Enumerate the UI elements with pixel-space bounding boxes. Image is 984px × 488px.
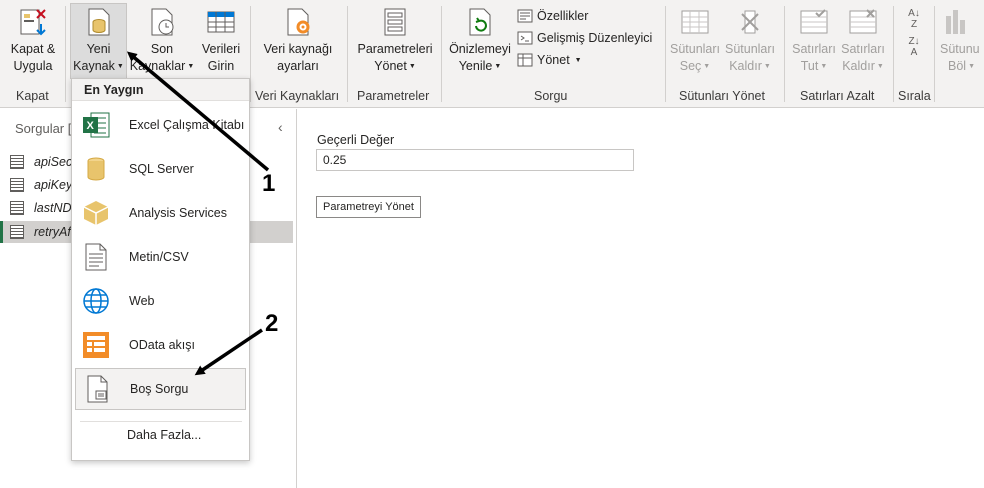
current-value-input[interactable] xyxy=(316,149,634,171)
parameters-icon xyxy=(379,6,411,38)
keep-rows-icon xyxy=(798,6,830,38)
enter-data-label-2: Girin xyxy=(207,59,235,73)
recent-sources-label-2: Kaynaklar ▼ xyxy=(129,59,195,73)
refresh-preview-label-1: Önizlemeyi xyxy=(449,42,511,56)
annotation-number-1: 1 xyxy=(262,170,276,197)
new-source-icon xyxy=(83,6,115,38)
text-file-icon xyxy=(81,242,111,272)
collapse-pane-icon[interactable]: ‹ xyxy=(278,119,283,135)
query-table-icon xyxy=(10,201,24,215)
group-label-query: Sorgu xyxy=(534,89,568,103)
source-settings-label-1: Veri kaynağı xyxy=(263,42,333,56)
query-table-icon xyxy=(10,155,24,169)
remove-columns-icon xyxy=(734,6,766,38)
manage-label: Yönet xyxy=(537,53,570,67)
split-column-button[interactable]: Sütunu Böl ▼ xyxy=(940,4,984,80)
enter-data-button[interactable]: Verileri Girin xyxy=(197,4,245,80)
manage-parameters-label-2: Yönet ▼ xyxy=(374,59,416,73)
cube-icon xyxy=(81,198,111,228)
remove-columns-label-1: Sütunları xyxy=(724,42,776,56)
current-value-label: Geçerli Değer xyxy=(317,133,395,147)
odata-icon xyxy=(81,330,111,360)
excel-workbook-item[interactable]: X Excel Çalışma Kitabı xyxy=(75,104,246,146)
refresh-preview-button[interactable]: Önizlemeyi Yenile ▼ xyxy=(447,4,513,80)
manage-icon xyxy=(517,52,533,68)
group-label-sort: Sırala xyxy=(898,89,931,103)
enter-data-label-1: Verileri xyxy=(201,42,241,56)
recent-sources-label-1: Son xyxy=(150,42,174,56)
advanced-editor-button[interactable]: Gelişmiş Düzenleyici xyxy=(517,28,652,48)
remove-columns-button[interactable]: Sütunları Kaldır ▼ xyxy=(722,4,778,80)
advanced-editor-icon xyxy=(517,30,533,46)
new-source-label-1: Yeni xyxy=(86,42,111,56)
choose-columns-icon xyxy=(679,6,711,38)
new-source-dropdown: En Yaygın X Excel Çalışma Kitabı SQL Ser… xyxy=(71,78,250,461)
close-apply-icon xyxy=(17,6,49,38)
choose-columns-button[interactable]: Sütunları Seç ▼ xyxy=(668,4,722,80)
group-label-parameters: Parametreler xyxy=(357,89,430,103)
globe-icon xyxy=(81,286,111,316)
keep-rows-label-2: Tut ▼ xyxy=(800,59,828,73)
properties-label: Özellikler xyxy=(537,9,589,23)
split-column-label-1: Sütunu xyxy=(940,42,980,56)
choose-columns-label-2: Seç ▼ xyxy=(679,59,711,73)
advanced-editor-label: Gelişmiş Düzenleyici xyxy=(537,31,653,45)
close-apply-button[interactable]: Kapat & Uygula xyxy=(4,4,62,80)
queries-title: Sorgular [ xyxy=(15,121,72,136)
database-icon xyxy=(81,154,111,184)
remove-rows-label-1: Satırları xyxy=(841,42,885,56)
source-settings-button[interactable]: Veri kaynağı ayarları xyxy=(256,4,340,80)
blank-query-icon xyxy=(82,374,112,404)
remove-rows-label-2: Kaldır ▼ xyxy=(842,59,884,73)
web-item[interactable]: Web xyxy=(75,280,246,322)
keep-rows-button[interactable]: Satırları Tut ▼ xyxy=(788,4,840,80)
manage-parameter-button[interactable]: Parametreyi Yönet xyxy=(316,196,421,218)
excel-icon: X xyxy=(81,110,111,140)
source-settings-icon xyxy=(282,6,314,38)
choose-columns-label-1: Sütunları xyxy=(669,42,721,56)
refresh-preview-label-2: Yenile ▼ xyxy=(458,59,502,73)
remove-columns-label-2: Kaldır ▼ xyxy=(729,59,771,73)
group-label-close: Kapat xyxy=(16,89,49,103)
query-table-icon xyxy=(10,178,24,192)
manage-parameters-button[interactable]: Parametreleri Yönet ▼ xyxy=(353,4,437,80)
svg-text:X: X xyxy=(87,120,95,132)
new-source-label-2: Kaynak ▼ xyxy=(73,59,124,73)
sort-descending-icon[interactable]: Z↓ A xyxy=(908,36,919,58)
blank-query-item[interactable]: Boş Sorgu xyxy=(75,368,246,410)
text-csv-item[interactable]: Metin/CSV xyxy=(75,236,246,278)
odata-feed-item[interactable]: OData akışı xyxy=(75,324,246,366)
sort-ascending-icon[interactable]: A↓ Z xyxy=(908,8,920,30)
remove-rows-icon xyxy=(847,6,879,38)
split-column-icon xyxy=(940,6,972,38)
query-table-icon xyxy=(10,225,24,239)
dropdown-divider xyxy=(80,421,242,422)
recent-sources-icon xyxy=(146,6,178,38)
dropdown-header: En Yaygın xyxy=(72,79,249,101)
remove-rows-button[interactable]: Satırları Kaldır ▼ xyxy=(838,4,888,80)
group-label-manage-columns: Sütunları Yönet xyxy=(679,89,765,103)
properties-icon xyxy=(517,8,533,24)
manage-button[interactable]: Yönet ▼ xyxy=(517,50,582,70)
sql-server-item[interactable]: SQL Server xyxy=(75,148,246,190)
annotation-number-2: 2 xyxy=(265,310,279,337)
refresh-icon xyxy=(464,6,496,38)
close-apply-label: Kapat & Uygula xyxy=(10,42,56,73)
table-icon xyxy=(205,6,237,38)
group-label-reduce-rows: Satırları Azalt xyxy=(800,89,875,103)
split-column-label-2: Böl ▼ xyxy=(948,59,976,73)
manage-parameters-label-1: Parametreleri xyxy=(357,42,433,56)
sort-buttons[interactable]: A↓ Z Z↓ A xyxy=(900,4,928,80)
source-settings-label-2: ayarları xyxy=(277,59,319,73)
more-sources-item[interactable]: Daha Fazla... xyxy=(127,428,201,442)
recent-sources-button[interactable]: Son Kaynaklar ▼ xyxy=(128,4,196,80)
keep-rows-label-1: Satırları xyxy=(792,42,836,56)
group-label-data-sources: Veri Kaynakları xyxy=(255,89,340,103)
analysis-services-item[interactable]: Analysis Services xyxy=(75,192,246,234)
new-source-button[interactable]: Yeni Kaynak ▼ xyxy=(70,3,127,79)
properties-button[interactable]: Özellikler xyxy=(517,6,588,26)
